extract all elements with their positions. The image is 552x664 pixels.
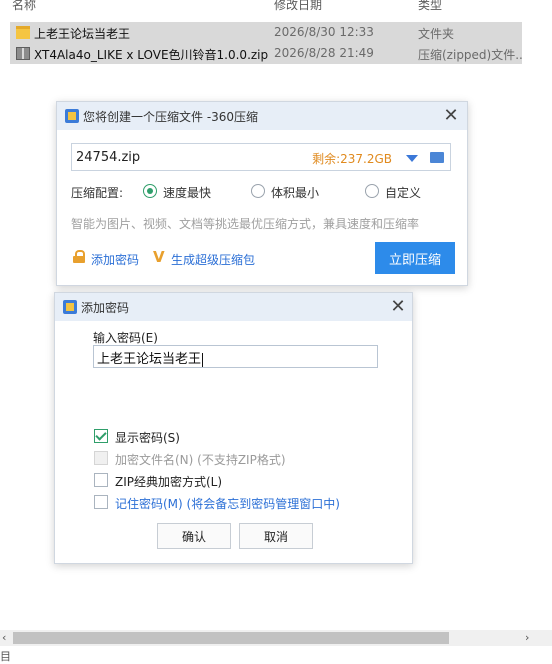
scroll-right-icon[interactable]: › (525, 631, 529, 644)
scroll-left-icon[interactable]: ‹ (2, 631, 6, 644)
remember-password-checkbox[interactable] (94, 495, 108, 509)
archive-filename-input[interactable]: 24754.zip 剩余:237.2GB (71, 143, 451, 171)
add-password-dialog: 添加密码 ✕ 输入密码(E) 上老王论坛当老王 显示密码(S) 加密文件名(N)… (54, 292, 413, 564)
file-name: 上老王论坛当老王 (34, 27, 131, 41)
horizontal-scrollbar[interactable]: ‹ › (0, 630, 552, 646)
cancel-button[interactable]: 取消 (239, 523, 313, 549)
archive-app-icon (63, 300, 77, 314)
file-type: 文件夹 (418, 27, 455, 41)
radio-fastest[interactable] (143, 184, 157, 198)
encrypt-filename-checkbox[interactable] (94, 451, 108, 465)
radio-custom[interactable] (365, 184, 379, 198)
folder-icon (16, 26, 30, 39)
text-caret (202, 352, 204, 367)
compress-hint: 智能为图片、视频、文档等挑选最优压缩方式，兼具速度和压缩率 (71, 217, 420, 231)
password-input[interactable]: 上老王论坛当老王 (93, 345, 378, 368)
file-date: 2026/8/28 21:49 (274, 46, 374, 60)
super-pack-link[interactable]: 生成超级压缩包 (171, 251, 255, 268)
encrypt-filename-label: 加密文件名(N) (不支持ZIP格式) (115, 453, 286, 467)
zip-icon (16, 47, 30, 60)
radio-fastest-label[interactable]: 速度最快 (163, 184, 211, 201)
chevron-down-icon[interactable] (406, 155, 418, 162)
column-header: 名称 修改日期 类型 (0, 0, 552, 13)
column-type[interactable]: 类型 (418, 0, 442, 13)
password-value: 上老王论坛当老王 (97, 352, 202, 367)
close-icon[interactable]: ✕ (441, 106, 461, 126)
password-dialog-titlebar[interactable]: 添加密码 ✕ (55, 293, 412, 321)
column-date[interactable]: 修改日期 (274, 0, 322, 13)
archive-app-icon (65, 109, 79, 123)
radio-custom-label[interactable]: 自定义 (385, 184, 421, 201)
scrollbar-thumb[interactable] (13, 632, 449, 644)
lock-icon (73, 250, 85, 263)
status-glyph: 目 (0, 650, 11, 663)
compress-dialog: 您将创建一个压缩文件 -360压缩 ✕ 24754.zip 剩余:237.2GB… (56, 101, 468, 286)
show-password-checkbox[interactable] (94, 429, 108, 443)
super-pack-icon: V (153, 248, 165, 266)
add-password-link[interactable]: 添加密码 (91, 251, 139, 268)
radio-smallest-label[interactable]: 体积最小 (271, 184, 319, 201)
file-row-folder[interactable]: 上老王论坛当老王 2026/8/30 12:33 文件夹 (10, 22, 522, 43)
file-name: XT4Ala4o_LIKE x LOVE色川铃音1.0.0.zip (34, 48, 269, 62)
compress-now-button[interactable]: 立即压缩 (375, 242, 455, 274)
password-label: 输入密码(E) (93, 331, 158, 345)
archive-filename: 24754.zip (76, 150, 141, 165)
config-label: 压缩配置: (71, 186, 124, 200)
file-date: 2026/8/30 12:33 (274, 25, 374, 39)
file-type: 压缩(zipped)文件... (418, 48, 522, 62)
zip-classic-encryption-checkbox[interactable] (94, 473, 108, 487)
column-name[interactable]: 名称 (12, 0, 36, 13)
remaining-space: 剩余:237.2GB (312, 152, 392, 166)
password-dialog-title: 添加密码 (81, 301, 130, 315)
folder-browse-icon[interactable] (430, 152, 444, 163)
zip-classic-encryption-label[interactable]: ZIP经典加密方式(L) (115, 473, 222, 490)
radio-smallest[interactable] (251, 184, 265, 198)
compress-dialog-title: 您将创建一个压缩文件 -360压缩 (83, 110, 259, 124)
remember-password-label[interactable]: 记住密码(M) (将会备忘到密码管理窗口中) (115, 495, 340, 512)
close-icon[interactable]: ✕ (388, 297, 408, 317)
compress-dialog-titlebar[interactable]: 您将创建一个压缩文件 -360压缩 ✕ (57, 102, 467, 130)
file-row-zip[interactable]: XT4Ala4o_LIKE x LOVE色川铃音1.0.0.zip 2026/8… (10, 43, 522, 64)
show-password-label[interactable]: 显示密码(S) (115, 429, 180, 446)
ok-button[interactable]: 确认 (157, 523, 231, 549)
